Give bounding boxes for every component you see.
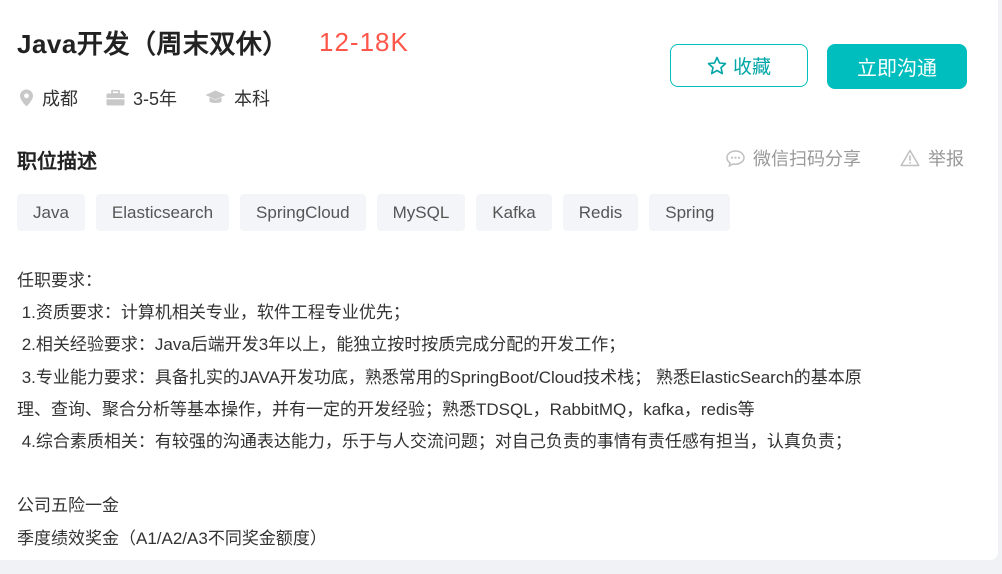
meta-city: 成都 [19, 85, 78, 111]
location-pin-icon [20, 89, 33, 107]
report-label: 举报 [928, 149, 964, 169]
share-label: 微信扫码分享 [753, 149, 861, 169]
job-title: Java开发（周末双休） [17, 29, 289, 59]
description-line: 季度绩效奖金（A1/A2/A3不同奖金额度） [17, 528, 327, 548]
skill-tag: Elasticsearch [95, 194, 230, 231]
job-meta: 成都 3-5年 本科 [19, 85, 298, 111]
description-line: 3.专业能力要求：具备扎实的JAVA开发功底，熟悉常用的SpringBoot/C… [17, 367, 862, 387]
chat-bubble-icon [726, 149, 745, 167]
description-line: 任职要求： [17, 271, 102, 290]
description-line [17, 458, 977, 490]
chat-now-button[interactable]: 立即沟通 [827, 44, 967, 89]
skill-tags: Java Elasticsearch SpringCloud MySQL Kaf… [17, 194, 741, 231]
description-line: 理、查询、聚合分析等基本操作，并有一定的开发经验；熟悉TDSQL，RabbitM… [17, 399, 755, 419]
favorite-button[interactable]: 收藏 [670, 44, 808, 87]
skill-tag: Redis [562, 194, 639, 231]
report-link[interactable]: 举报 [900, 145, 964, 171]
skill-tag: Spring [649, 194, 731, 231]
description-line: 公司五险一金 [17, 496, 119, 516]
skill-tag: Kafka [476, 194, 552, 231]
skill-tag: MySQL [376, 194, 466, 231]
salary: 12-18K [319, 27, 409, 57]
job-detail-card: Java开发（周末双休） 12-18K 成都 3-5年 本科 收藏 立即沟通 职… [0, 0, 998, 560]
briefcase-icon [106, 90, 125, 106]
graduation-cap-icon [205, 90, 226, 103]
experience-text: 3-5年 [133, 89, 178, 109]
description-line: 1.资质要求：计算机相关专业，软件工程专业优先； [17, 303, 410, 323]
wechat-share-link[interactable]: 微信扫码分享 [726, 145, 861, 171]
chat-now-label: 立即沟通 [857, 58, 937, 80]
degree-text: 本科 [234, 89, 271, 109]
skill-tag: SpringCloud [240, 194, 366, 231]
job-description-text: 任职要求： 1.资质要求：计算机相关专业，软件工程专业优先； 2.相关经验要求：… [17, 265, 977, 555]
star-icon [707, 56, 727, 74]
warning-icon [900, 149, 920, 167]
skill-tag: Java [17, 194, 85, 231]
meta-experience: 3-5年 [106, 85, 177, 111]
section-title: 职位描述 [17, 151, 97, 173]
description-line: 2.相关经验要求：Java后端开发3年以上，能独立按时按质完成分配的开发工作； [17, 335, 626, 355]
meta-degree: 本科 [205, 85, 270, 111]
city-text: 成都 [42, 89, 78, 109]
description-line: 4.综合素质相关：有较强的沟通表达能力，乐于与人交流问题；对自己负责的事情有责任… [17, 432, 852, 452]
favorite-label: 收藏 [732, 57, 771, 78]
